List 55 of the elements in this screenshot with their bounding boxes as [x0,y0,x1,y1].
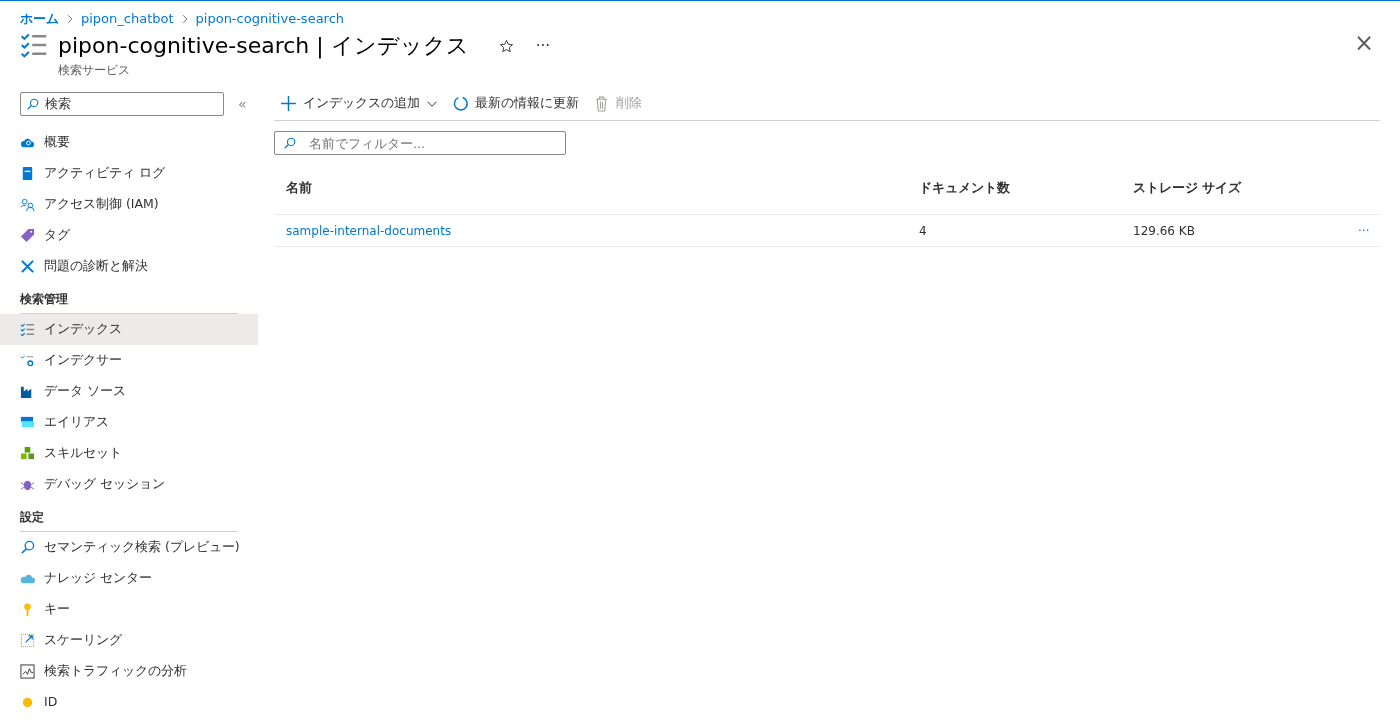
refresh-button[interactable]: 最新の情報に更新 [452,94,579,113]
sidebar-item[interactable]: スケーリング [0,625,258,656]
sidebar-item[interactable]: アクセス制御 (IAM) [0,189,258,220]
search-icon [20,540,35,555]
breadcrumb-link[interactable]: ホーム [20,9,59,29]
list-check-icon [20,322,35,337]
column-header: ストレージ サイズ [1121,163,1340,215]
sidebar-item[interactable]: セマンティック検索 (プレビュー) [0,532,258,563]
sidebar-item[interactable]: データ ソース [0,376,258,407]
column-header: 名前 [274,163,907,215]
chart-icon [20,664,35,679]
table-cell: 129.66 KB [1121,215,1340,247]
sidebar-item[interactable]: エイリアス [0,407,258,438]
filter-field[interactable]: 名前でフィルター... [274,131,566,155]
trash-icon [593,95,610,112]
sidebar-item[interactable]: ナレッジ センター [0,563,258,594]
star-icon [498,39,514,54]
collapse-button[interactable]: « [232,89,253,119]
search-icon [26,98,39,111]
sidebar-item[interactable]: アクティビティ ログ [0,158,258,189]
breadcrumb-link[interactable]: pipon_chatbot [81,9,174,29]
tag-icon [20,228,35,243]
more-button[interactable]: ··· [1352,220,1376,241]
list-check-icon [20,31,48,59]
sidebar-item[interactable]: ID [0,687,258,718]
search-field[interactable]: 検索 [20,92,224,116]
layers-icon [20,415,35,430]
add-button[interactable]: インデックスの追加 [280,94,438,113]
sidebar-item[interactable]: デバッグ セッション [0,469,258,500]
sidebar-item[interactable]: 概要 [0,127,258,158]
refresh-icon [452,95,469,112]
sidebar-item[interactable]: タグ [0,220,258,251]
indexer-icon [20,353,35,368]
users-icon [20,197,35,212]
page-subtitle: 検索サービス [58,62,131,79]
book-icon [20,166,35,181]
close-button[interactable]: × [1347,31,1380,55]
column-header: ドキュメント数 [907,163,1121,215]
sidebar-item[interactable]: キー [0,594,258,625]
page-title: pipon-cognitive-search | インデックス [58,32,469,61]
table-cell: 4 [907,215,1121,247]
sidebar-item[interactable]: 検索トラフィックの分析 [0,656,258,687]
section-heading: 設定 [20,508,238,532]
resize-icon [20,633,35,648]
sidebar-item[interactable]: スキルセット [0,438,258,469]
breadcrumb-link[interactable]: pipon-cognitive-search [195,9,345,29]
index-link[interactable]: sample-internal-documents [286,221,452,240]
more-button[interactable]: ··· [529,31,556,61]
cubes-icon [20,446,35,461]
sidebar-item[interactable]: インデックス [0,314,258,345]
sidebar-item[interactable]: インデクサー [0,345,258,376]
plus-icon [280,95,297,112]
chevron-right-icon [65,14,75,24]
sidebar-item[interactable]: 問題の診断と解決 [0,251,258,282]
search-icon [283,137,296,150]
